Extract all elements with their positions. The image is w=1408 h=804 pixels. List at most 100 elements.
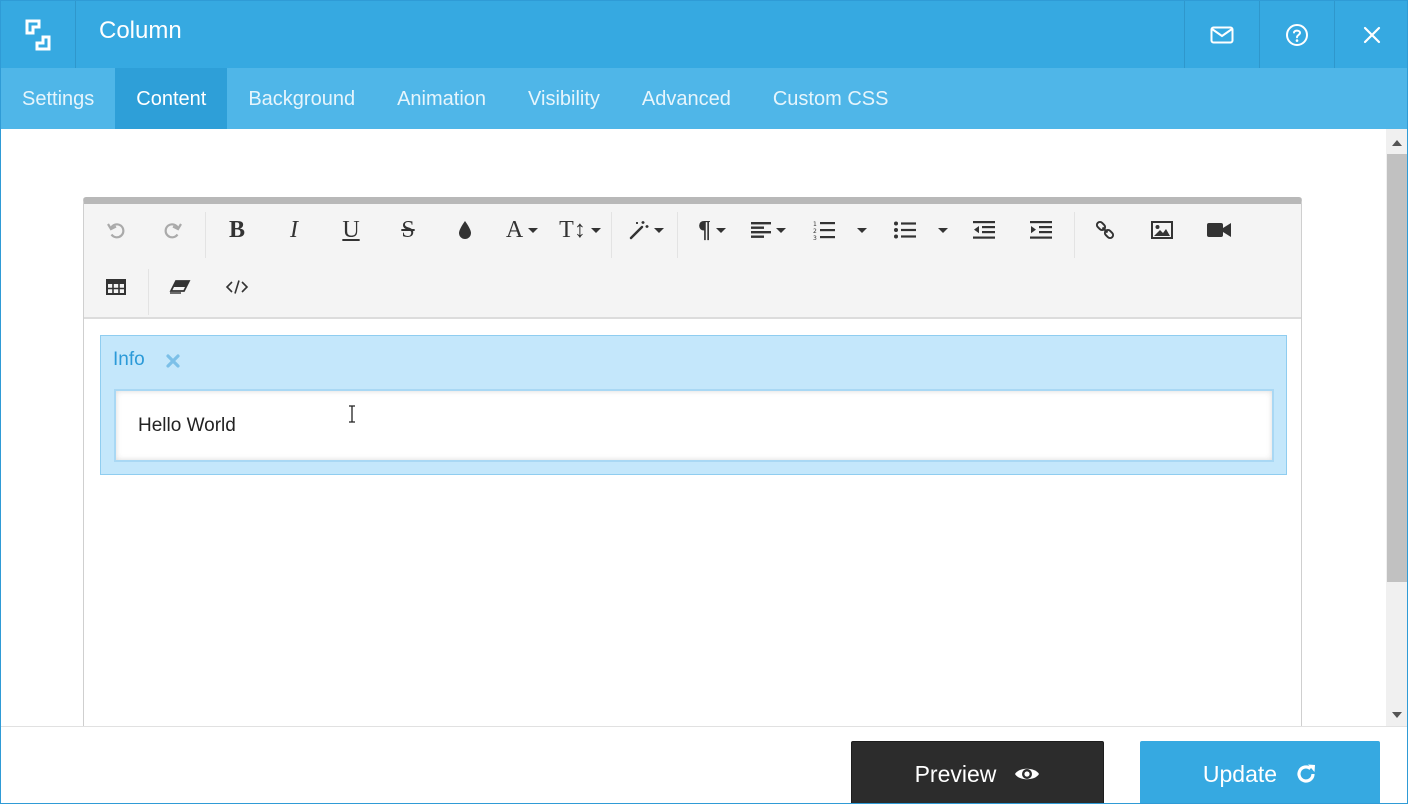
bold-icon: B <box>228 217 245 243</box>
scroll-down-button[interactable] <box>1386 704 1407 726</box>
bullet-list-button[interactable] <box>883 204 927 256</box>
triangle-down-icon <box>1391 712 1402 718</box>
text-height-icon: T↕ <box>559 217 586 243</box>
tab-custom-css[interactable]: Custom CSS <box>752 68 910 129</box>
toolbar-divider <box>677 212 678 258</box>
svg-text:1: 1 <box>813 221 817 228</box>
italic-icon: I <box>290 217 298 243</box>
remove-block-button[interactable] <box>164 352 182 370</box>
bold-button[interactable]: B <box>215 204 259 256</box>
tab-advanced[interactable]: Advanced <box>621 68 752 129</box>
link-button[interactable] <box>1083 204 1127 256</box>
toolbar-divider <box>148 269 149 315</box>
text-cursor-icon <box>349 405 355 423</box>
chevron-down-icon <box>715 227 726 233</box>
link-icon <box>1095 220 1115 240</box>
update-button-label: Update <box>1202 760 1278 787</box>
font-size-dropdown[interactable]: T↕ <box>554 204 606 256</box>
dialog-title: Column <box>99 17 182 44</box>
ordered-list-button[interactable]: 1 2 3 <box>802 204 846 256</box>
eraser-icon <box>169 280 191 294</box>
help-button[interactable] <box>1259 1 1334 68</box>
font-family-dropdown[interactable]: A <box>496 204 548 256</box>
close-button[interactable] <box>1334 1 1407 68</box>
image-icon <box>1151 221 1173 239</box>
refresh-icon <box>1297 764 1316 783</box>
image-button[interactable] <box>1140 204 1184 256</box>
update-button[interactable]: Update <box>1140 741 1380 803</box>
strikethrough-button[interactable]: S <box>386 204 430 256</box>
message-button[interactable] <box>1184 1 1259 68</box>
table-icon <box>106 279 126 295</box>
close-icon <box>1363 26 1381 43</box>
toolbar-divider <box>611 212 612 258</box>
info-block-content[interactable]: Hello World <box>114 389 1274 462</box>
rich-text-editor: B I U S A T↕ ¶ 1 2 3 Info Hello World <box>83 197 1302 726</box>
vertical-scrollbar[interactable] <box>1386 129 1407 726</box>
ordered-list-dropdown[interactable] <box>850 204 874 256</box>
clear-format-button[interactable] <box>158 261 202 313</box>
scroll-up-button[interactable] <box>1386 132 1407 154</box>
font-icon: A <box>505 217 524 243</box>
tab-settings[interactable]: Settings <box>1 68 115 129</box>
chevron-down-icon <box>857 227 867 233</box>
content-panel: B I U S A T↕ ¶ 1 2 3 Info Hello World <box>1 129 1386 726</box>
editor-toolbar: B I U S A T↕ ¶ 1 2 3 <box>84 204 1301 319</box>
table-button[interactable] <box>94 261 138 313</box>
style-dropdown[interactable] <box>620 204 672 256</box>
bracket-logo-icon <box>1 1 76 68</box>
outdent-icon <box>973 221 995 239</box>
info-block[interactable]: Info Hello World <box>100 335 1287 475</box>
droplet-icon <box>459 221 471 239</box>
magic-wand-icon <box>629 221 648 240</box>
svg-text:3: 3 <box>813 235 817 240</box>
preview-button[interactable]: Preview <box>851 741 1104 803</box>
title-bar: Column <box>1 1 1407 68</box>
info-block-label: Info <box>113 349 145 370</box>
bullet-list-dropdown[interactable] <box>931 204 955 256</box>
indent-icon <box>1030 221 1052 239</box>
scrollbar-thumb[interactable] <box>1387 154 1407 582</box>
chevron-down-icon <box>653 227 664 233</box>
eye-icon <box>1015 768 1040 780</box>
chevron-down-icon <box>528 227 539 233</box>
preview-button-label: Preview <box>914 760 997 787</box>
tab-visibility[interactable]: Visibility <box>507 68 621 129</box>
paragraph-dropdown[interactable]: ¶ <box>686 204 738 256</box>
chevron-down-icon <box>775 227 786 233</box>
toolbar-divider <box>1074 212 1075 258</box>
underline-icon: U <box>342 217 360 243</box>
bullet-list-icon <box>894 221 916 239</box>
underline-button[interactable]: U <box>329 204 373 256</box>
outdent-button[interactable] <box>962 204 1006 256</box>
italic-button[interactable]: I <box>272 204 316 256</box>
redo-button[interactable] <box>151 204 195 256</box>
info-block-text: Hello World <box>138 415 236 436</box>
video-camera-icon <box>1207 223 1231 237</box>
code-icon <box>225 280 249 294</box>
tab-background[interactable]: Background <box>227 68 376 129</box>
svg-text:2: 2 <box>813 228 817 235</box>
video-button[interactable] <box>1197 204 1241 256</box>
code-view-button[interactable] <box>215 261 259 313</box>
strikethrough-icon: S <box>401 217 415 243</box>
triangle-up-icon <box>1391 140 1402 146</box>
toolbar-divider <box>205 212 206 258</box>
question-circle-icon <box>1286 23 1308 46</box>
tab-content[interactable]: Content <box>115 68 228 129</box>
paragraph-icon: ¶ <box>698 217 711 243</box>
undo-button[interactable] <box>94 204 138 256</box>
align-left-icon <box>750 222 771 238</box>
chevron-down-icon <box>938 227 948 233</box>
close-icon <box>166 354 180 368</box>
envelope-icon <box>1210 26 1234 43</box>
color-button[interactable] <box>443 204 487 256</box>
ordered-list-icon: 1 2 3 <box>813 221 835 240</box>
column-settings-dialog: Column Settings Content Background Anima… <box>0 0 1408 804</box>
dialog-footer: Preview Update <box>1 726 1407 803</box>
redo-icon <box>164 223 182 239</box>
indent-button[interactable] <box>1019 204 1063 256</box>
align-dropdown[interactable] <box>742 204 794 256</box>
undo-icon <box>107 223 125 239</box>
tab-animation[interactable]: Animation <box>376 68 507 129</box>
